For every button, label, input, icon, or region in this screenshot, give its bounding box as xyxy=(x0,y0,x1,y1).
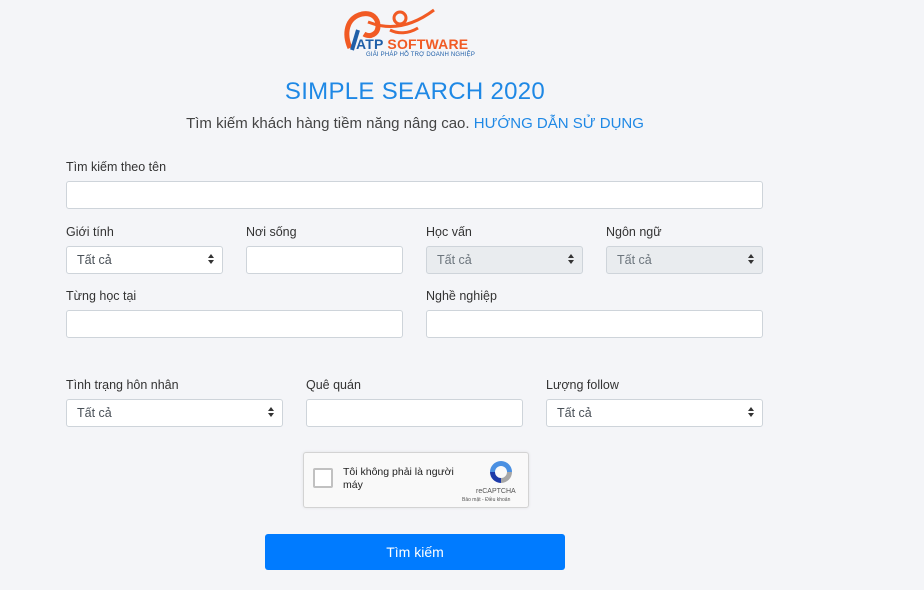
occupation-label: Nghề nghiệp xyxy=(426,289,497,303)
logo-tagline: GIẢI PHÁP HỖ TRỢ DOANH NGHIỆP xyxy=(366,52,476,58)
follow-label: Lượng follow xyxy=(546,378,619,392)
follow-select-value: Tất cả xyxy=(557,406,592,420)
select-caret-icon xyxy=(748,254,754,266)
residence-input[interactable] xyxy=(246,246,403,274)
name-search-input[interactable] xyxy=(66,181,763,209)
recaptcha-links[interactable]: Bảo mật - Điều khoản xyxy=(462,497,510,503)
page-title: SIMPLE SEARCH 2020 xyxy=(284,78,546,105)
education-select-value: Tất cả xyxy=(437,253,472,267)
logo-name-atp: ATP xyxy=(356,36,384,52)
subtitle-text: Tìm kiếm khách hàng tiềm năng nâng cao. xyxy=(186,115,470,132)
select-caret-icon xyxy=(748,407,754,419)
name-search-label: Tìm kiếm theo tên xyxy=(66,160,167,174)
marital-label: Tình trạng hôn nhân xyxy=(66,378,179,392)
marital-select[interactable]: Tất cả xyxy=(66,399,283,427)
gender-select[interactable]: Tất cả xyxy=(66,246,223,274)
follow-select[interactable]: Tất cả xyxy=(546,399,763,427)
select-caret-icon xyxy=(568,254,574,266)
logo-text: ATP SOFTWARE xyxy=(356,36,468,52)
residence-label: Nơi sống xyxy=(246,225,297,239)
select-caret-icon xyxy=(208,254,214,266)
recaptcha-checkbox[interactable] xyxy=(313,468,333,488)
recaptcha-brand: reCAPTCHA xyxy=(476,488,516,495)
studied-at-input[interactable] xyxy=(66,310,403,338)
recaptcha-label: Tôi không phải là người máy xyxy=(343,466,454,491)
gender-label: Giới tính xyxy=(66,225,114,239)
language-label: Ngôn ngữ xyxy=(606,225,662,239)
marital-select-value: Tất cả xyxy=(77,406,112,420)
studied-at-label: Từng học tại xyxy=(66,289,137,303)
education-select[interactable]: Tất cả xyxy=(426,246,583,274)
logo-name-software: SOFTWARE xyxy=(387,36,469,52)
page-subtitle: Tìm kiếm khách hàng tiềm năng nâng cao. … xyxy=(0,115,830,132)
guide-link[interactable]: HƯỚNG DẪN SỬ DỤNG xyxy=(474,115,644,132)
recaptcha-logo-icon xyxy=(490,461,512,483)
search-button[interactable]: Tìm kiếm xyxy=(265,534,565,570)
education-label: Học vấn xyxy=(426,225,472,239)
recaptcha-widget: Tôi không phải là người máy reCAPTCHA Bả… xyxy=(303,452,529,508)
occupation-input[interactable] xyxy=(426,310,763,338)
gender-select-value: Tất cả xyxy=(77,253,112,267)
hometown-label: Quê quán xyxy=(306,378,361,392)
hometown-input[interactable] xyxy=(306,399,523,427)
select-caret-icon xyxy=(268,407,274,419)
language-select-value: Tất cả xyxy=(617,253,652,267)
language-select[interactable]: Tất cả xyxy=(606,246,763,274)
